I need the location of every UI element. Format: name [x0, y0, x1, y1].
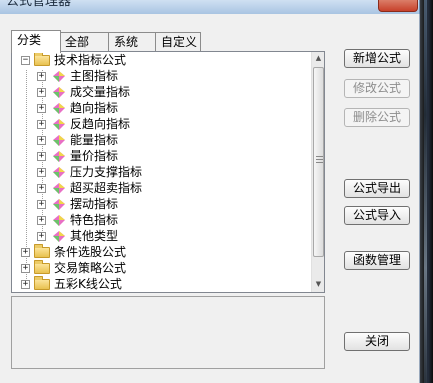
tree-node-label: 五彩K线公式	[54, 277, 122, 291]
import-formula-button[interactable]: 公式导入	[344, 206, 410, 225]
indicator-gem-icon	[53, 167, 65, 178]
plus-icon[interactable]: +	[37, 184, 46, 193]
plus-icon[interactable]: +	[37, 72, 46, 81]
tree-scrollbar[interactable]: ▲ ▼	[311, 52, 324, 292]
tree-node-trading-strategy[interactable]: + 交易策略公式	[12, 260, 302, 276]
tree-node-label: 超买超卖指标	[70, 181, 143, 195]
tree-node-child[interactable]: + 反趋向指标	[12, 116, 302, 132]
plus-icon[interactable]: +	[37, 136, 46, 145]
grip-icon	[316, 156, 323, 163]
delete-formula-button[interactable]: 删除公式	[344, 108, 410, 127]
export-formula-button[interactable]: 公式导出	[344, 179, 410, 198]
tree-node-technical-indicators[interactable]: − 技术指标公式	[12, 52, 302, 68]
tree-node-label: 压力支撑指标	[70, 165, 143, 179]
scrollbar-thumb[interactable]	[313, 67, 324, 257]
folder-icon	[34, 52, 50, 66]
folder-icon	[34, 244, 50, 258]
tree-node-colored-kline[interactable]: + 五彩K线公式	[12, 276, 302, 292]
scroll-up-icon[interactable]: ▲	[312, 52, 325, 65]
tab-custom-label: 自定义	[161, 35, 198, 49]
function-manager-button[interactable]: 函数管理	[344, 251, 410, 270]
tab-all[interactable]: 全部	[59, 32, 109, 52]
tree-node-label: 能量指标	[70, 133, 119, 147]
tree-node-child[interactable]: + 能量指标	[12, 132, 302, 148]
tab-category-label: 分类	[17, 33, 42, 47]
folder-icon	[34, 260, 50, 274]
edit-formula-button[interactable]: 修改公式	[344, 79, 410, 98]
plus-icon[interactable]: +	[37, 104, 46, 113]
tree-node-label: 特色指标	[70, 213, 119, 227]
plus-icon[interactable]: +	[37, 88, 46, 97]
tree-list: − 技术指标公式 + 主图指标 + 成交量指标 + 趋向指标 + 反趋向指标 +	[12, 52, 311, 292]
tree-node-label: 趋向指标	[70, 101, 119, 115]
tree-node-label: 摆动指标	[70, 197, 119, 211]
tree-node-stock-screening[interactable]: + 条件选股公式	[12, 244, 302, 260]
tree-node-label: 条件选股公式	[54, 245, 127, 259]
tab-system-label: 系统	[114, 35, 139, 49]
indicator-gem-icon	[53, 103, 65, 114]
background-strip	[420, 0, 433, 383]
tree-node-child[interactable]: + 其他类型	[12, 228, 302, 244]
indicator-gem-icon	[53, 119, 65, 130]
plus-icon[interactable]: +	[37, 152, 46, 161]
formula-tree[interactable]: − 技术指标公式 + 主图指标 + 成交量指标 + 趋向指标 + 反趋向指标 +	[11, 51, 325, 293]
tree-node-child[interactable]: + 主图指标	[12, 68, 302, 84]
title-bar[interactable]: 公式管理器	[0, 0, 420, 14]
tree-node-label: 量价指标	[70, 149, 119, 163]
tree-node-label: 主图指标	[70, 69, 119, 83]
plus-icon[interactable]: +	[37, 232, 46, 241]
plus-icon[interactable]: +	[37, 200, 46, 209]
plus-icon[interactable]: +	[37, 120, 46, 129]
tree-node-child[interactable]: + 趋向指标	[12, 100, 302, 116]
tree-node-child[interactable]: + 特色指标	[12, 212, 302, 228]
plus-icon[interactable]: +	[37, 216, 46, 225]
indicator-gem-icon	[53, 199, 65, 210]
folder-icon	[34, 276, 50, 290]
indicator-gem-icon	[53, 135, 65, 146]
plus-icon[interactable]: +	[21, 280, 30, 289]
indicator-gem-icon	[53, 183, 65, 194]
window-close-button[interactable]	[378, 0, 418, 12]
tree-node-child[interactable]: + 成交量指标	[12, 84, 302, 100]
plus-icon[interactable]: +	[21, 248, 30, 257]
formula-description-box	[11, 296, 325, 369]
tree-node-child[interactable]: + 超买超卖指标	[12, 180, 302, 196]
tree-node-label: 反趋向指标	[70, 117, 131, 131]
tree-node-child[interactable]: + 压力支撑指标	[12, 164, 302, 180]
tree-node-label: 其他类型	[70, 229, 119, 243]
tab-system[interactable]: 系统	[108, 32, 156, 52]
tree-node-label: 技术指标公式	[54, 53, 127, 67]
tree-node-child[interactable]: + 量价指标	[12, 148, 302, 164]
new-formula-button[interactable]: 新增公式	[344, 49, 410, 68]
indicator-gem-icon	[53, 71, 65, 82]
tab-all-label: 全部	[65, 35, 90, 49]
minus-icon[interactable]: −	[21, 56, 30, 65]
window-title: 公式管理器	[6, 0, 72, 9]
plus-icon[interactable]: +	[37, 168, 46, 177]
close-button[interactable]: 关闭	[344, 332, 410, 351]
plus-icon[interactable]: +	[21, 264, 30, 273]
indicator-gem-icon	[53, 151, 65, 162]
indicator-gem-icon	[53, 215, 65, 226]
tab-custom[interactable]: 自定义	[155, 32, 201, 52]
tree-node-child[interactable]: + 摆动指标	[12, 196, 302, 212]
scroll-down-icon[interactable]: ▼	[312, 278, 325, 291]
indicator-gem-icon	[53, 87, 65, 98]
tree-node-label: 交易策略公式	[54, 261, 127, 275]
tab-category[interactable]: 分类	[11, 30, 61, 53]
tree-node-label: 成交量指标	[70, 85, 131, 99]
indicator-gem-icon	[53, 231, 65, 242]
